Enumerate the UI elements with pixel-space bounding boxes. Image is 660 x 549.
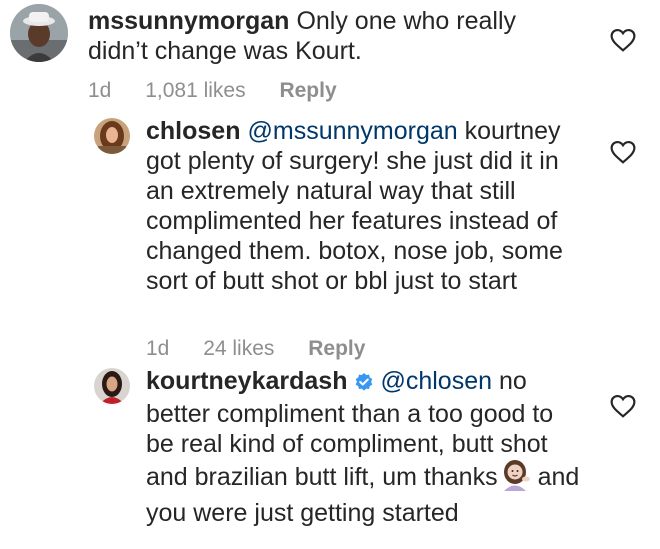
comment-meta: 1d 24 likes Reply (146, 336, 393, 362)
comment-text: chlosen @mssunnymorgan kourtney got plent… (146, 116, 576, 296)
avatar[interactable] (10, 4, 68, 62)
comment-username[interactable]: mssunnymorgan (88, 7, 289, 35)
like-button[interactable] (610, 140, 636, 164)
comment-meta: 1d 1,081 likes Reply (88, 78, 365, 104)
heart-outline-icon (610, 394, 636, 418)
reply-button[interactable]: Reply (279, 79, 336, 102)
comment-mention[interactable]: @mssunnymorgan (247, 117, 457, 145)
woman-tipping-hand-emoji-icon (500, 459, 532, 498)
comment-likes[interactable]: 24 likes (203, 337, 274, 360)
comment-text: kourtneykardash @chlosen no better compl… (146, 366, 586, 528)
comment-time: 1d (88, 79, 112, 102)
avatar[interactable] (94, 118, 130, 154)
comment-username[interactable]: kourtneykardash (146, 367, 347, 395)
heart-outline-icon (610, 28, 636, 52)
comment-mention[interactable]: @chlosen (380, 367, 492, 395)
verified-badge-icon (354, 369, 374, 399)
user-avatar-woman-red-icon (94, 368, 130, 404)
comment-time: 1d (146, 337, 170, 360)
comment-username[interactable]: chlosen (146, 117, 240, 145)
heart-outline-icon (610, 140, 636, 164)
comment-text: mssunnymorgan Only one who really didn’t … (88, 6, 548, 66)
user-avatar-woman-icon (94, 118, 130, 154)
avatar[interactable] (94, 368, 130, 404)
comment-likes[interactable]: 1,081 likes (145, 79, 245, 102)
reply-button[interactable]: Reply (308, 337, 365, 360)
like-button[interactable] (610, 394, 636, 418)
like-button[interactable] (610, 28, 636, 52)
user-avatar-man-hat-icon (10, 4, 68, 62)
